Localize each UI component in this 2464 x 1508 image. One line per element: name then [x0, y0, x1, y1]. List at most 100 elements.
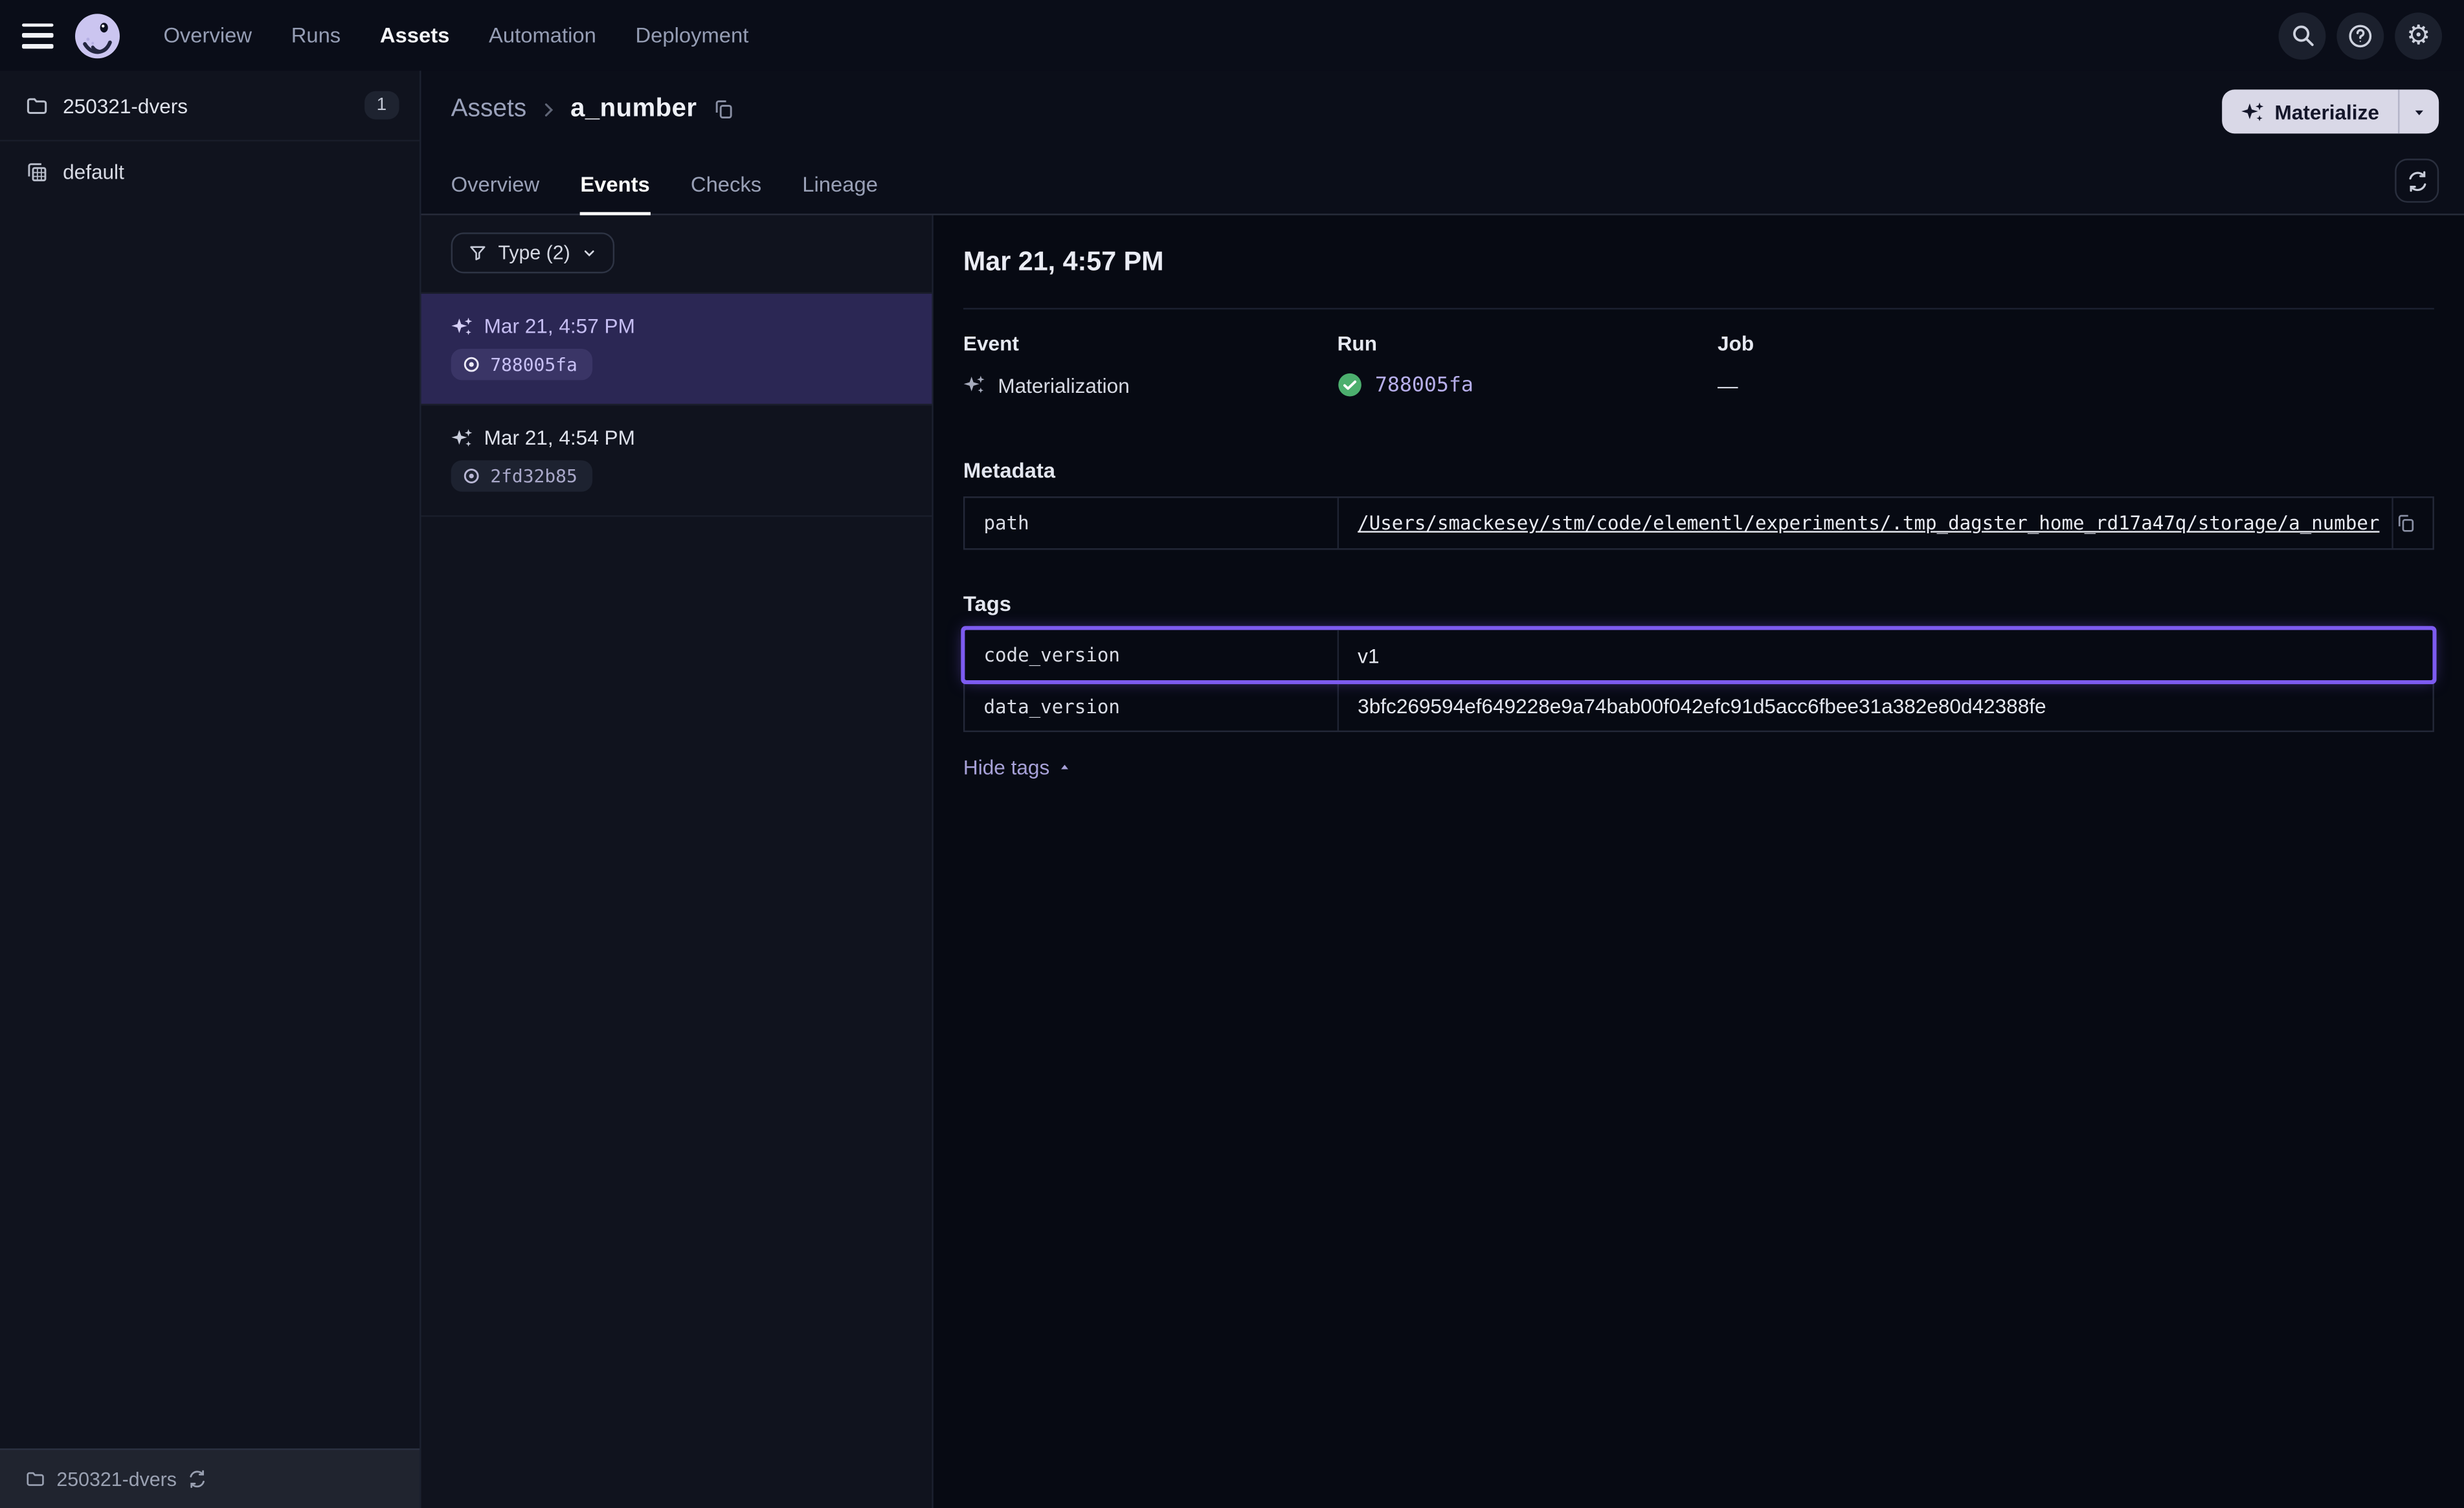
search-button[interactable] — [2279, 12, 2326, 59]
materialize-dropdown-button[interactable] — [2398, 89, 2439, 133]
gear-icon: ⚙ — [2406, 22, 2430, 49]
type-filter-label: Type (2) — [498, 242, 570, 264]
job-column: Job — — [1718, 331, 2434, 399]
metadata-table: path /Users/smackesey/stm/code/elementl/… — [963, 496, 2434, 550]
event-timestamp: Mar 21, 4:54 PM — [484, 426, 635, 449]
caret-down-icon — [2410, 103, 2428, 120]
nav-link-overview[interactable]: Overview — [154, 17, 262, 54]
filter-row: Type (2) — [421, 216, 932, 293]
events-list-panel: Type (2) Mar 2 — [421, 216, 934, 1508]
tab-overview[interactable]: Overview — [451, 173, 540, 216]
sidebar-item-code-location[interactable]: 250321-dvers 1 — [0, 71, 420, 141]
table-cell-spacer — [2391, 682, 2432, 730]
copy-asset-name-button[interactable] — [710, 94, 739, 124]
code-location-count-badge: 1 — [364, 91, 399, 120]
tags-table: code_version v1 data_version 3bfc269594e… — [963, 628, 2434, 732]
breadcrumb-assets-link[interactable]: Assets — [451, 95, 527, 124]
metadata-key: path — [965, 498, 1339, 548]
tab-checks[interactable]: Checks — [691, 173, 761, 216]
table-row-data-version: data_version 3bfc269594ef649228e9a74bab0… — [965, 680, 2432, 731]
run-id-text: 2fd32b85 — [490, 465, 577, 487]
sidebar-footer-code-location[interactable]: 250321-dvers — [0, 1448, 420, 1508]
nav-links: Overview Runs Assets Automation Deployme… — [154, 17, 758, 54]
filter-icon — [468, 243, 487, 262]
event-list-item[interactable]: Mar 21, 4:54 PM 2fd32b85 — [421, 405, 932, 516]
table-cell-spacer — [2391, 630, 2432, 680]
tag-key: code_version — [965, 630, 1339, 680]
table-cell-spacer — [2391, 498, 2432, 548]
event-list-item[interactable]: Mar 21, 4:57 PM 788005fa — [421, 294, 932, 405]
tag-key: data_version — [965, 682, 1339, 730]
caret-up-icon — [1057, 760, 1071, 775]
run-column-label: Run — [1338, 331, 1718, 355]
run-success-icon — [1338, 372, 1363, 397]
run-id-pill[interactable]: 2fd32b85 — [451, 460, 593, 492]
refresh-button[interactable] — [2395, 159, 2439, 203]
tag-value: 3bfc269594ef649228e9a74bab00f042efc91d5a… — [1358, 694, 2046, 718]
hide-tags-link[interactable]: Hide tags — [963, 756, 1071, 779]
settings-button[interactable]: ⚙ — [2395, 12, 2442, 59]
run-target-icon — [462, 467, 481, 485]
event-detail-panel: Mar 21, 4:57 PM Event Materi — [934, 216, 2464, 1508]
footer-code-location-label: 250321-dvers — [56, 1468, 177, 1490]
hamburger-menu-icon[interactable] — [22, 23, 54, 48]
materialization-sparkle-icon — [963, 374, 985, 396]
chevron-down-icon — [581, 245, 597, 261]
event-detail-title: Mar 21, 4:57 PM — [963, 247, 2434, 278]
table-row: path /Users/smackesey/stm/code/elementl/… — [965, 498, 2432, 548]
materialization-sparkle-icon — [451, 315, 473, 337]
table-row-code-version: code_version v1 — [965, 630, 2432, 680]
asset-tabs: Overview Events Checks Lineage — [451, 173, 878, 216]
event-type-value: Materialization — [998, 373, 1129, 396]
materialization-sparkle-icon — [451, 427, 473, 449]
materialize-split-button: Materialize — [2221, 89, 2439, 133]
nav-link-assets[interactable]: Assets — [370, 17, 459, 54]
run-column: Run 788005fa — [1338, 331, 1718, 399]
group-label: default — [63, 159, 124, 183]
search-icon — [2289, 22, 2315, 49]
dagster-app: Overview Runs Assets Automation Deployme… — [0, 0, 2464, 1508]
tab-events[interactable]: Events — [580, 173, 649, 216]
refresh-icon — [2405, 169, 2428, 192]
materialize-label: Materialize — [2275, 100, 2379, 123]
help-button[interactable] — [2336, 12, 2384, 59]
event-timestamp: Mar 21, 4:57 PM — [484, 314, 635, 337]
top-nav-actions: ⚙ — [2279, 12, 2442, 59]
main-area: Assets a_number — [421, 71, 2464, 1508]
help-icon — [2346, 21, 2375, 50]
job-column-label: Job — [1718, 331, 2434, 355]
run-id-pill[interactable]: 788005fa — [451, 349, 593, 381]
page-title: a_number — [570, 94, 697, 124]
page-header: Assets a_number — [421, 71, 2464, 215]
event-column: Event Materialization — [963, 331, 1338, 399]
run-target-icon — [462, 355, 481, 374]
sparkle-icon — [2240, 100, 2263, 123]
code-location-label: 250321-dvers — [63, 93, 188, 116]
hide-tags-label: Hide tags — [963, 756, 1049, 779]
sidebar: 250321-dvers 1 default 250321-dvers — [0, 71, 421, 1508]
tab-lineage[interactable]: Lineage — [802, 173, 878, 216]
chevron-right-icon — [539, 100, 558, 118]
tags-heading: Tags — [963, 592, 2434, 615]
copy-icon — [713, 97, 736, 120]
run-id-link[interactable]: 788005fa — [1375, 373, 1473, 396]
asset-group-icon — [25, 159, 49, 183]
metadata-path-link[interactable]: /Users/smackesey/stm/code/elementl/exper… — [1358, 512, 2379, 534]
dagster-logo-icon[interactable] — [74, 12, 121, 59]
sidebar-item-group-default[interactable]: default — [0, 141, 420, 201]
run-id-text: 788005fa — [490, 353, 577, 375]
job-value: — — [1718, 373, 1738, 396]
nav-link-automation[interactable]: Automation — [479, 17, 605, 54]
event-list: Mar 21, 4:57 PM 788005fa — [421, 292, 932, 516]
top-nav: Overview Runs Assets Automation Deployme… — [0, 0, 2464, 71]
event-column-label: Event — [963, 331, 1338, 355]
reload-icon[interactable] — [188, 1469, 208, 1490]
divider — [963, 308, 2434, 309]
folder-icon — [25, 93, 49, 116]
breadcrumb: Assets a_number — [451, 71, 2439, 124]
folder-icon — [25, 1469, 46, 1490]
nav-link-runs[interactable]: Runs — [282, 17, 350, 54]
type-filter-button[interactable]: Type (2) — [451, 232, 614, 273]
nav-link-deployment[interactable]: Deployment — [626, 17, 758, 54]
materialize-button[interactable]: Materialize — [2221, 89, 2398, 133]
